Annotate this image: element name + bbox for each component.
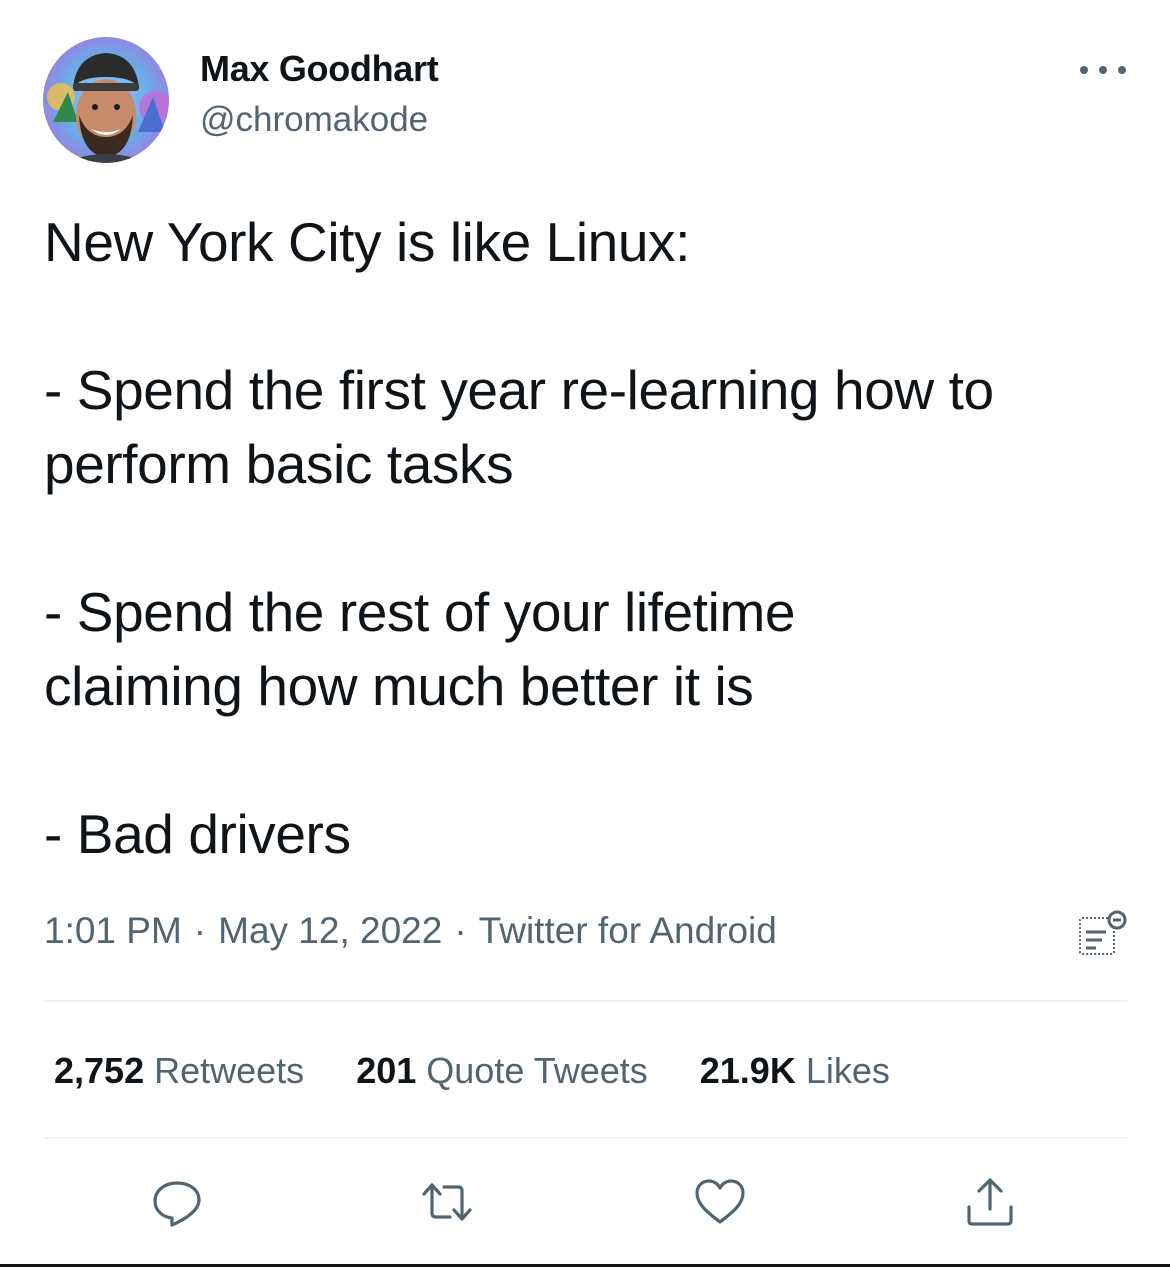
divider — [44, 1000, 1127, 1002]
tweet-line: perform basic tasks — [44, 433, 514, 495]
heart-icon — [695, 1179, 745, 1224]
retweets-label: Retweets — [154, 1050, 305, 1091]
avatar[interactable] — [43, 37, 169, 163]
retweet-button[interactable] — [420, 1175, 474, 1229]
more-dots-icon — [1099, 66, 1107, 74]
likes-count: 21.9K — [699, 1050, 796, 1091]
likes-stat[interactable]: 21.9K Likes — [700, 1050, 890, 1092]
tweet-text: New York City is like Linux: - Spend the… — [44, 205, 1134, 871]
retweet-icon — [422, 1183, 472, 1221]
more-dots-icon — [1118, 66, 1126, 74]
tweet-line: New York City is like Linux: — [44, 211, 691, 273]
meta-separator: · — [193, 910, 207, 951]
more-dots-icon — [1080, 66, 1088, 74]
avatar-image — [43, 37, 169, 163]
quote-tweets-count: 201 — [356, 1050, 417, 1091]
like-button[interactable] — [693, 1175, 747, 1229]
tweet-metadata: 1:01 PM · May 12, 2022 · Twitter for Android — [44, 910, 777, 952]
author-handle[interactable]: @chromakode — [200, 100, 428, 140]
tweet-line: - Spend the rest of your lifetime — [44, 581, 796, 643]
share-button[interactable] — [963, 1175, 1017, 1229]
author-name[interactable]: Max Goodhart — [200, 48, 439, 90]
share-icon — [967, 1178, 1013, 1226]
analytics-icon[interactable] — [1076, 908, 1128, 958]
reply-button[interactable] — [150, 1175, 204, 1229]
tweet-time[interactable]: 1:01 PM — [44, 910, 182, 951]
quote-tweets-label: Quote Tweets — [426, 1050, 648, 1091]
engagement-stats: 2,752 Retweets 201 Quote Tweets 21.9K Li… — [54, 1050, 942, 1092]
divider — [44, 1137, 1127, 1139]
reply-icon — [153, 1181, 201, 1227]
tweet-line: - Bad drivers — [44, 803, 351, 865]
more-options-button[interactable] — [1080, 55, 1126, 85]
meta-separator: · — [454, 910, 467, 951]
tweet-line: claiming how much better it is — [44, 655, 754, 717]
quote-tweets-stat[interactable]: 201 Quote Tweets — [356, 1050, 648, 1092]
tweet-source[interactable]: Twitter for Android — [479, 910, 777, 951]
retweets-count: 2,752 — [54, 1050, 145, 1091]
tweet-line: - Spend the first year re-learning how t… — [44, 359, 994, 421]
likes-label: Likes — [805, 1050, 890, 1091]
tweet-date[interactable]: May 12, 2022 — [218, 910, 442, 951]
retweets-stat[interactable]: 2,752 Retweets — [54, 1050, 304, 1092]
tweet: Max Goodhart @chromakode New York City i… — [0, 0, 1170, 1267]
